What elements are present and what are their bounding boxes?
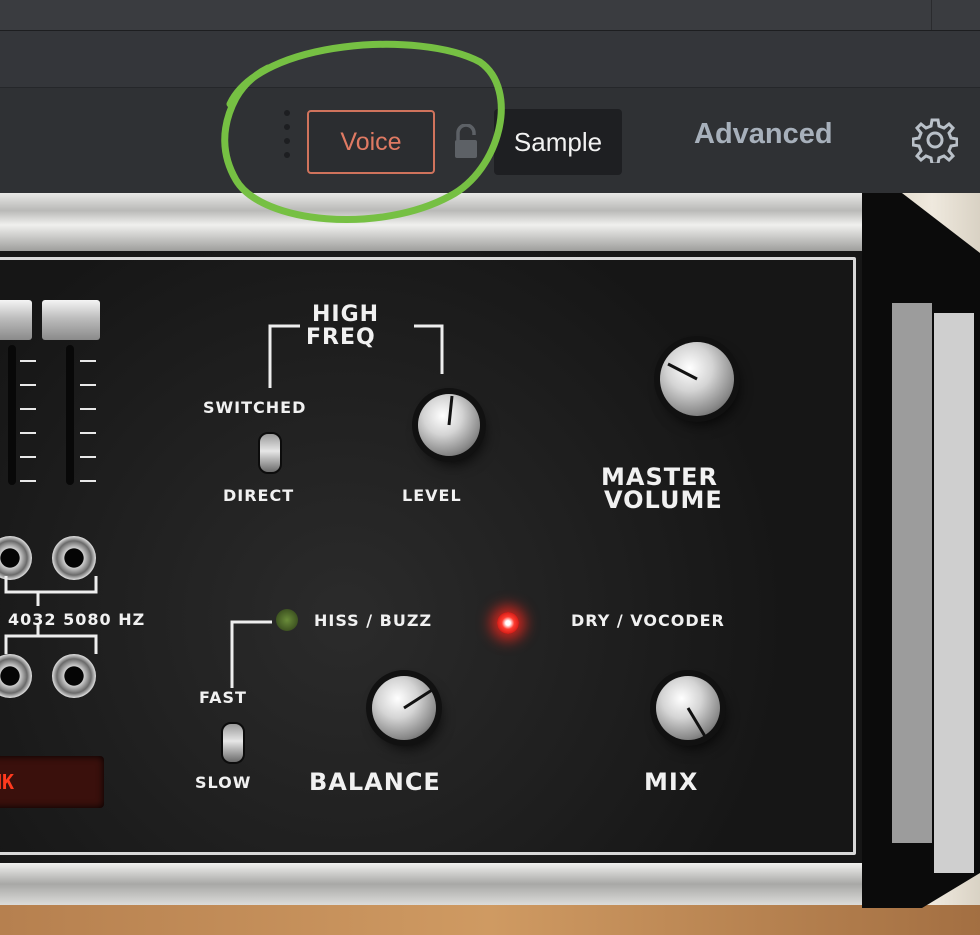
title-bar	[0, 0, 980, 31]
unlock-icon[interactable]	[452, 124, 480, 160]
input-jack-4[interactable]	[52, 654, 96, 698]
fader-1[interactable]	[0, 300, 32, 340]
frequency-label: 4032 5080 HZ	[8, 610, 146, 629]
dry-vocoder-label: DRY / VOCODER	[571, 611, 725, 630]
header-bar	[0, 31, 980, 87]
mix-label: MIX	[644, 768, 699, 796]
voice-tab-button[interactable]: Voice	[307, 110, 435, 174]
high-freq-bracket	[268, 324, 444, 388]
rack-side-frame	[862, 193, 980, 908]
master-volume-pointer	[667, 362, 698, 381]
display-text: NK	[0, 770, 15, 794]
mix-knob-pointer	[686, 707, 708, 739]
level-label: LEVEL	[402, 486, 462, 505]
led-display: NK	[0, 756, 104, 808]
hiss-buzz-label: HISS / BUZZ	[314, 611, 433, 630]
red-led	[497, 612, 519, 634]
title-bar-divider	[931, 0, 932, 30]
wood-floor	[0, 905, 980, 935]
fader-track-2	[66, 345, 74, 485]
balance-knob-pointer	[403, 688, 433, 710]
switched-label: SWITCHED	[203, 398, 307, 417]
direct-label: DIRECT	[223, 486, 295, 505]
level-knob-pointer	[447, 395, 454, 426]
master-label-2: VOLUME	[604, 486, 723, 514]
mode-toolbar	[0, 87, 980, 194]
top-rail	[0, 193, 870, 251]
bottom-rail	[0, 863, 870, 905]
fast-slow-toggle[interactable]	[221, 722, 245, 764]
balance-label: BALANCE	[309, 768, 441, 796]
fast-label: FAST	[199, 688, 247, 707]
green-led	[276, 609, 298, 631]
fader-2[interactable]	[42, 300, 100, 340]
drag-handle[interactable]	[283, 110, 291, 174]
fast-slow-bracket	[230, 620, 272, 688]
sample-tab-button[interactable]: Sample	[494, 109, 622, 175]
switched-direct-toggle[interactable]	[258, 432, 282, 474]
slow-label: SLOW	[195, 773, 252, 792]
gear-icon[interactable]	[912, 117, 958, 163]
advanced-tab-button[interactable]: Advanced	[694, 118, 833, 151]
fader-track-1	[8, 345, 16, 485]
